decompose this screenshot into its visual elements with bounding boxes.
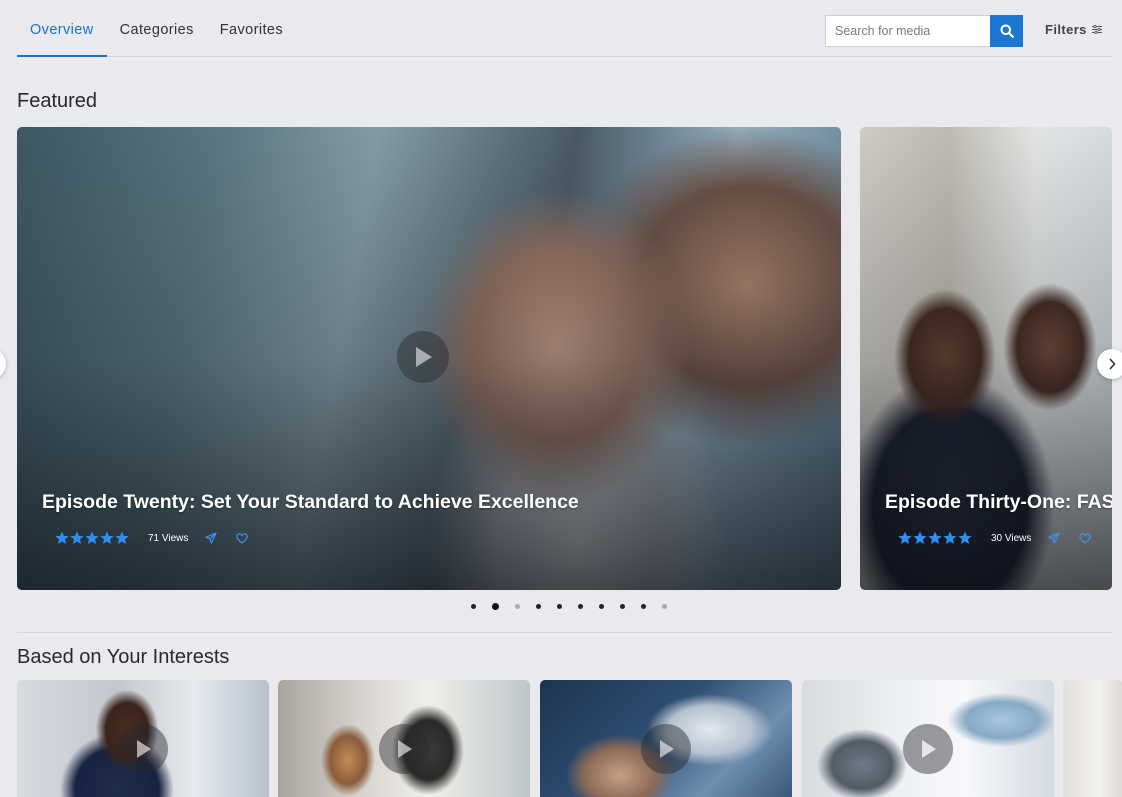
- carousel-prev-button[interactable]: [0, 349, 6, 379]
- play-button[interactable]: [903, 724, 953, 774]
- star-icon: [85, 531, 99, 544]
- play-icon: [416, 347, 432, 367]
- media-card[interactable]: [278, 680, 530, 797]
- section-divider: [17, 632, 1113, 633]
- featured-heading: Featured: [17, 90, 98, 112]
- tab-categories[interactable]: Categories: [107, 0, 207, 57]
- view-count: 71 Views: [148, 532, 189, 544]
- media-card[interactable]: [1063, 680, 1122, 797]
- carousel-dot[interactable]: [536, 604, 541, 609]
- slide-overlay: [860, 127, 1112, 590]
- carousel-next-button[interactable]: [1097, 349, 1122, 379]
- star-rating: [898, 531, 972, 545]
- carousel-dot[interactable]: [662, 604, 667, 609]
- tab-favorites[interactable]: Favorites: [207, 0, 296, 57]
- carousel-dot[interactable]: [471, 604, 476, 609]
- carousel-dot[interactable]: [492, 603, 499, 610]
- heart-icon[interactable]: [236, 532, 249, 544]
- carousel-dot[interactable]: [557, 604, 562, 609]
- carousel-dot[interactable]: [515, 604, 520, 609]
- star-rating: [55, 531, 129, 545]
- search-input[interactable]: [825, 15, 990, 47]
- tab-bar: Overview Categories Favorites: [17, 0, 296, 57]
- top-nav: Overview Categories Favorites Filters: [17, 0, 1113, 57]
- media-card[interactable]: [17, 680, 269, 797]
- star-icon: [928, 531, 942, 544]
- search-bar: [825, 15, 1023, 47]
- star-icon: [958, 531, 972, 544]
- carousel-dot[interactable]: [578, 604, 583, 609]
- play-button[interactable]: [118, 724, 168, 774]
- heart-icon[interactable]: [1079, 532, 1092, 544]
- play-button[interactable]: [379, 724, 429, 774]
- star-icon: [100, 531, 114, 544]
- interests-heading: Based on Your Interests: [17, 646, 230, 668]
- carousel-dot[interactable]: [641, 604, 646, 609]
- star-icon: [115, 531, 129, 544]
- star-icon: [70, 531, 84, 544]
- media-card[interactable]: [540, 680, 792, 797]
- carousel-dot[interactable]: [599, 604, 604, 609]
- slide-title[interactable]: Episode Twenty: Set Your Standard to Ach…: [42, 491, 579, 514]
- slide-title[interactable]: Episode Thirty-One: FASC: [885, 491, 1112, 514]
- chevron-right-icon: [1109, 358, 1116, 370]
- carousel-dot[interactable]: [620, 604, 625, 609]
- search-button[interactable]: [990, 15, 1023, 47]
- share-icon[interactable]: [1048, 532, 1061, 544]
- filters-label: Filters: [1045, 22, 1087, 37]
- play-button[interactable]: [641, 724, 691, 774]
- featured-slide[interactable]: Episode Twenty: Set Your Standard to Ach…: [17, 127, 841, 590]
- slide-meta: 71 Views: [55, 531, 267, 545]
- play-icon: [660, 740, 674, 758]
- tab-overview[interactable]: Overview: [17, 0, 107, 57]
- play-icon: [922, 740, 936, 758]
- star-icon: [913, 531, 927, 544]
- star-icon: [943, 531, 957, 544]
- play-button[interactable]: [397, 331, 449, 383]
- sliders-icon: [1091, 25, 1102, 34]
- search-icon: [1000, 24, 1014, 38]
- view-count: 30 Views: [991, 532, 1032, 544]
- play-icon: [137, 740, 151, 758]
- play-icon: [398, 740, 412, 758]
- share-icon[interactable]: [205, 532, 218, 544]
- star-icon: [55, 531, 69, 544]
- featured-slide-next[interactable]: Episode Thirty-One: FASC 30 Views: [860, 127, 1112, 590]
- carousel-pagination: [471, 603, 683, 610]
- filters-button[interactable]: Filters: [1045, 22, 1102, 37]
- star-icon: [898, 531, 912, 544]
- slide-meta: 30 Views: [898, 531, 1110, 545]
- featured-carousel: Episode Twenty: Set Your Standard to Ach…: [0, 127, 1122, 590]
- media-card[interactable]: [802, 680, 1054, 797]
